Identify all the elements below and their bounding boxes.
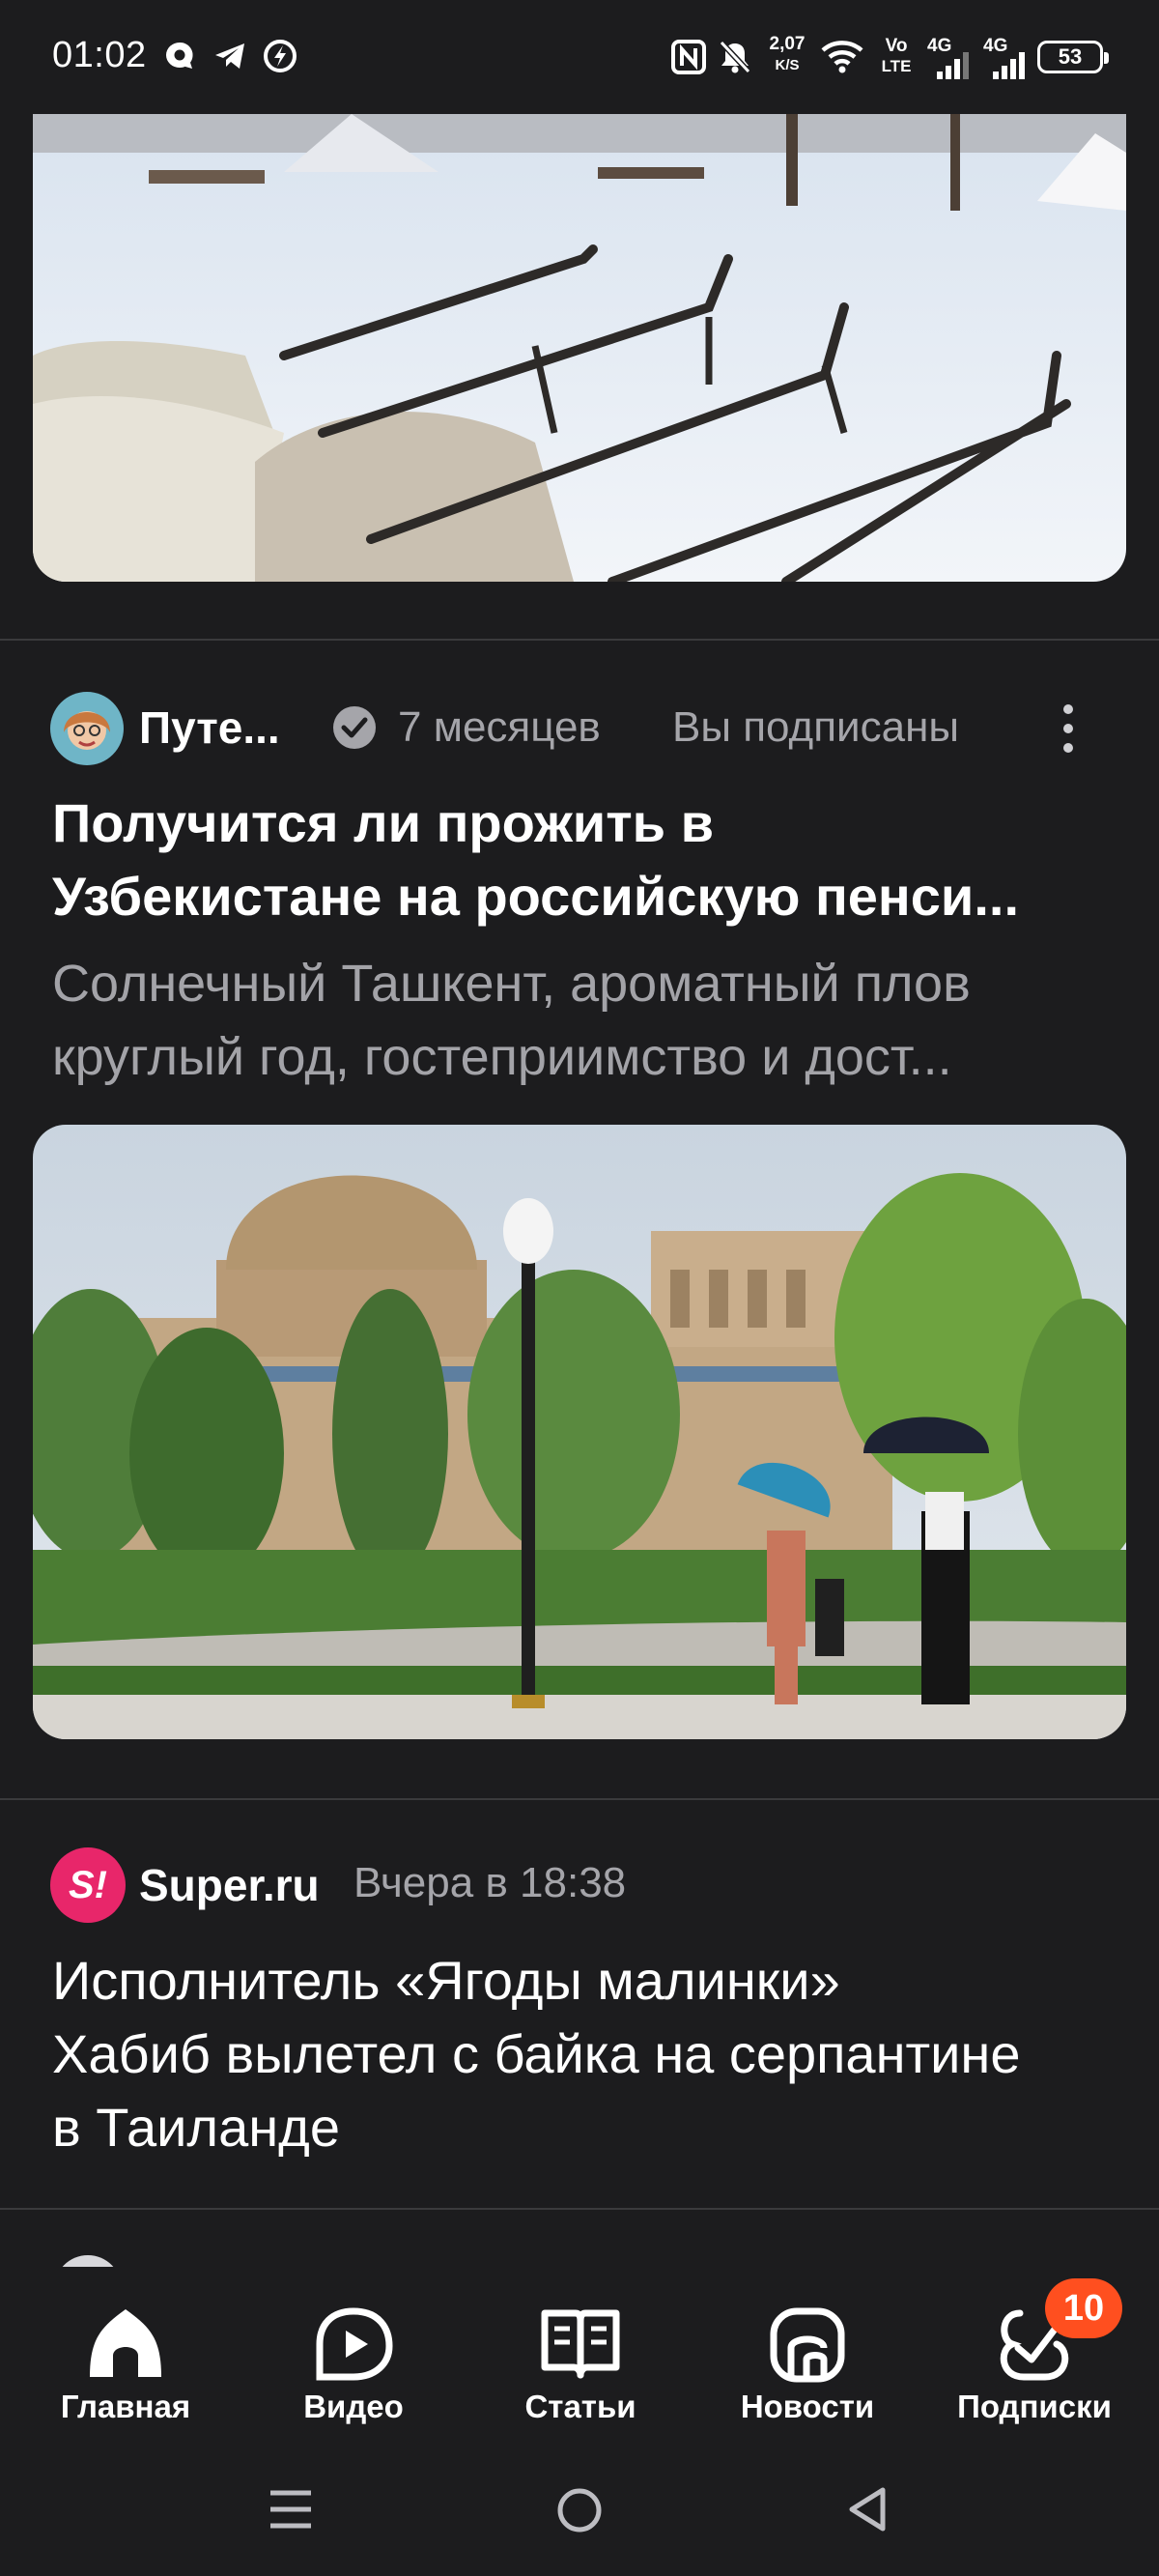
snow-sledges-illustration (33, 114, 1126, 582)
video-play-icon (316, 2307, 393, 2381)
news-headline[interactable]: Исполнитель «Ягоды малинки» Хабиб вылете… (52, 1944, 1144, 2164)
news-icon (770, 2307, 845, 2383)
nav-articles[interactable]: Статьи (465, 2300, 696, 2435)
source-logo[interactable]: S! (50, 1847, 126, 1923)
nav-video-label: Видео (303, 2389, 404, 2424)
volte-indicator: Vo LTE (875, 37, 918, 75)
nav-news[interactable]: Новости (692, 2300, 923, 2435)
status-time: 01:02 (52, 35, 147, 75)
article-title-line2: Узбекистане на российскую пенси... (52, 866, 1019, 927)
news-headline-line3: в Таиланде (52, 2097, 340, 2158)
verified-check-icon (333, 706, 376, 749)
bell-muted-icon (719, 40, 751, 74)
nfc-icon (671, 40, 706, 74)
source-name[interactable]: Super.ru (139, 1859, 320, 1911)
post-age: 7 месяцев (398, 703, 601, 751)
nav-articles-label: Статьи (524, 2389, 636, 2424)
book-icon (541, 2309, 620, 2379)
app-notification-icon (264, 40, 297, 72)
home-icon (90, 2309, 161, 2377)
avatar-illustration (50, 692, 124, 765)
battery-indicator: 53 (1037, 41, 1109, 73)
wifi-icon (821, 41, 863, 73)
network-speed: 2,07 K/S (763, 35, 811, 74)
author-avatar[interactable] (50, 692, 124, 765)
feed-divider (0, 2208, 1159, 2210)
news-headline-line2: Хабиб вылетел с байка на серпантине (52, 2023, 1021, 2084)
back-triangle-icon[interactable] (846, 2485, 889, 2533)
subscriptions-badge: 10 (1045, 2278, 1122, 2338)
signal-bars-icon (993, 52, 1025, 79)
signal-sim1: 4G (927, 37, 974, 79)
article-snippet-line1: Солнечный Ташкент, ароматный плов (52, 955, 971, 1013)
nav-home[interactable]: Главная (10, 2300, 241, 2435)
uzbekistan-illustration (33, 1125, 1126, 1739)
signal-sim2: 4G (983, 37, 1030, 79)
more-options-icon[interactable] (1055, 701, 1082, 756)
nav-subscriptions-label: Подписки (957, 2389, 1112, 2424)
nav-video[interactable]: Видео (238, 2300, 469, 2435)
signal-bars-icon (937, 52, 969, 79)
network-speed-value: 2,07 (769, 34, 806, 54)
volte-bottom: LTE (881, 57, 912, 75)
article-title-line1: Получится ли прожить в (52, 792, 715, 853)
feed-divider (0, 639, 1159, 641)
subscribed-status[interactable]: Вы подписаны (672, 703, 959, 752)
volte-top: Vo (885, 36, 908, 56)
article-image-uzbekistan[interactable] (33, 1125, 1126, 1739)
article-image-snow-sledges[interactable] (33, 114, 1126, 582)
menu-icon[interactable] (267, 2485, 315, 2533)
nav-news-label: Новости (740, 2389, 875, 2424)
article-snippet-line2: круглый год, гостеприимство и дост... (52, 1028, 952, 1086)
nav-home-label: Главная (60, 2389, 191, 2424)
chat-bubble-icon (166, 42, 193, 69)
news-headline-line1: Исполнитель «Ягоды малинки» (52, 1950, 840, 2011)
author-name[interactable]: Путе... (139, 701, 280, 754)
post-time: Вчера в 18:38 (353, 1859, 627, 1906)
feed-divider (0, 1798, 1159, 1800)
article-title[interactable]: Получится ли прожить в Узбекистане на ро… (52, 787, 1144, 933)
network-speed-unit: K/S (775, 57, 800, 73)
telegram-icon (215, 43, 244, 69)
home-circle-icon[interactable] (556, 2487, 603, 2533)
article-snippet[interactable]: Солнечный Ташкент, ароматный плов круглы… (52, 947, 1144, 1094)
